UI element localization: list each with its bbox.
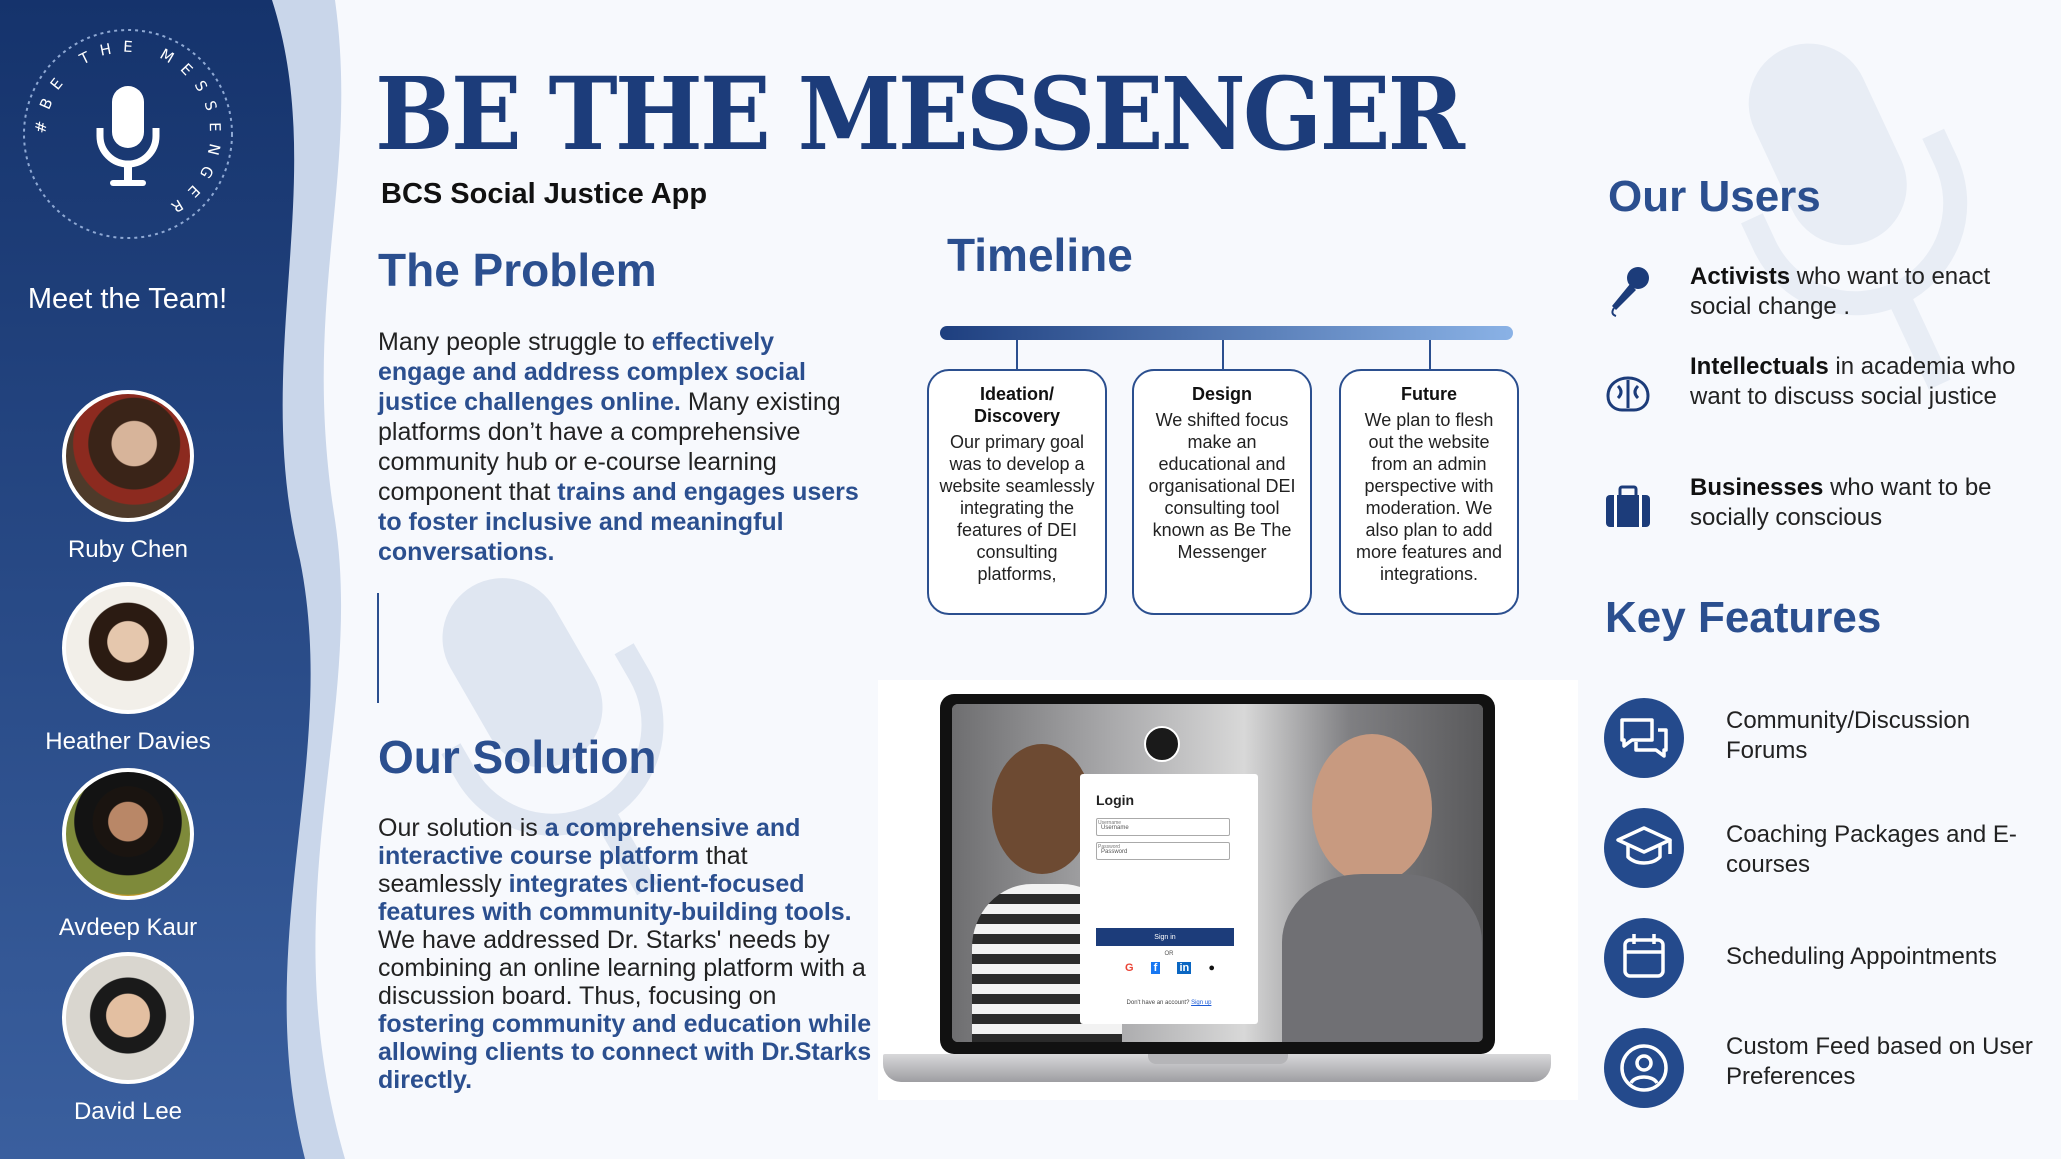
password-field[interactable]: Password	[1096, 842, 1230, 860]
divider	[377, 593, 379, 703]
solution-heading: Our Solution	[378, 731, 657, 783]
person-right	[1312, 734, 1432, 884]
laptop-notch	[1148, 1054, 1288, 1064]
team-heading: Meet the Team!	[27, 283, 228, 315]
chat-bubbles-icon	[1620, 718, 1668, 758]
feature-icon-badge	[1604, 1028, 1684, 1108]
google-icon[interactable]: G	[1125, 962, 1134, 974]
microphone-icon	[96, 86, 160, 186]
user-text: Businesses who want to be socially consc…	[1690, 474, 1992, 531]
stage-text: Our primary goal was to develop a websit…	[939, 432, 1095, 584]
stage-title: Design	[1191, 384, 1252, 404]
stage-title: Future	[1401, 384, 1457, 404]
poster: #BE THE MESSENGER Meet the Team! Ruby Ch…	[0, 0, 2061, 1159]
logo: #BE THE MESSENGER	[23, 29, 233, 239]
linkedin-icon[interactable]: in	[1177, 962, 1192, 974]
sign-up-link[interactable]: Sign up	[1191, 1000, 1211, 1006]
microphone-icon	[1611, 267, 1649, 317]
user-text: Intellectuals in academia who want to di…	[1690, 353, 2016, 410]
team-member: Avdeep Kaur	[18, 768, 238, 942]
team-member: David Lee	[18, 952, 238, 1126]
timeline-heading: Timeline	[947, 229, 1133, 281]
feature-label: Scheduling Appointments	[1726, 943, 1997, 970]
problem-heading: The Problem	[378, 244, 657, 296]
member-name: Avdeep Kaur	[58, 914, 198, 941]
users-heading: Our Users	[1608, 172, 1821, 221]
feature-label: Coaching Packages and E-courses	[1726, 821, 2017, 878]
user-text: Activists who want to enact social chang…	[1690, 263, 1991, 320]
feature-icon-badge	[1604, 698, 1684, 778]
social-login-icons: G f in ●	[1125, 962, 1215, 974]
or-divider: OR	[1164, 951, 1174, 957]
login-title: Login	[1096, 792, 1135, 808]
timeline-stage: Ideation/ Discovery Our primary goal was…	[927, 369, 1107, 615]
member-name: David Lee	[73, 1098, 183, 1125]
laptop-screen: Login Username Username Password Passwor…	[940, 694, 1495, 1054]
calendar-icon	[1623, 934, 1665, 978]
brain-icon	[1606, 376, 1650, 412]
avatar	[62, 768, 194, 900]
signup-prompt: Don't have an account? Sign up	[1126, 1000, 1212, 1006]
briefcase-icon	[1606, 485, 1650, 527]
login-form: Login Username Username Password Passwor…	[1080, 774, 1258, 1024]
feature-icon-badge	[1604, 808, 1684, 888]
team-member: Heather Davies	[18, 582, 238, 756]
stage-text: We plan to flesh out the website from an…	[1355, 410, 1503, 584]
page-title: BE THE MESSENGER	[375, 55, 1465, 173]
solution-text: Our solution is a comprehensive and inte…	[378, 814, 872, 1094]
facebook-icon[interactable]: f	[1150, 962, 1161, 974]
team-member: Ruby Chen	[18, 390, 238, 564]
avatar	[62, 390, 194, 522]
user-profile-icon	[1620, 1044, 1668, 1092]
feature-icon-badge	[1604, 918, 1684, 998]
timeline-bar	[940, 326, 1513, 340]
username-field[interactable]: Username	[1096, 818, 1230, 836]
stage-text: We shifted focus make an educational and…	[1148, 410, 1296, 562]
timeline-stage: Future We plan to flesh out the website …	[1339, 369, 1519, 615]
avatar	[62, 582, 194, 714]
stage-title: Ideation/ Discovery	[973, 384, 1061, 426]
feature-label: Community/Discussion Forums	[1726, 707, 1971, 764]
grey-sweater	[1282, 874, 1482, 1042]
avatar	[62, 952, 194, 1084]
timeline-stage: Design We shifted focus make an educatio…	[1132, 369, 1312, 615]
app-logo-icon	[1144, 726, 1180, 762]
screen-content: Login Username Username Password Passwor…	[952, 704, 1483, 1042]
member-name: Ruby Chen	[67, 536, 189, 563]
feature-label: Custom Feed based on User Preferences	[1726, 1033, 2033, 1090]
apple-icon[interactable]: ●	[1208, 962, 1215, 974]
member-name: Heather Davies	[45, 728, 211, 755]
person-left	[992, 744, 1092, 874]
sign-in-button[interactable]: Sign in	[1096, 928, 1234, 946]
page-subtitle: BCS Social Justice App	[381, 178, 708, 210]
features-heading: Key Features	[1605, 593, 1882, 642]
problem-text: Many people struggle to effectively enga…	[378, 328, 859, 566]
graduation-cap-icon	[1616, 826, 1672, 865]
